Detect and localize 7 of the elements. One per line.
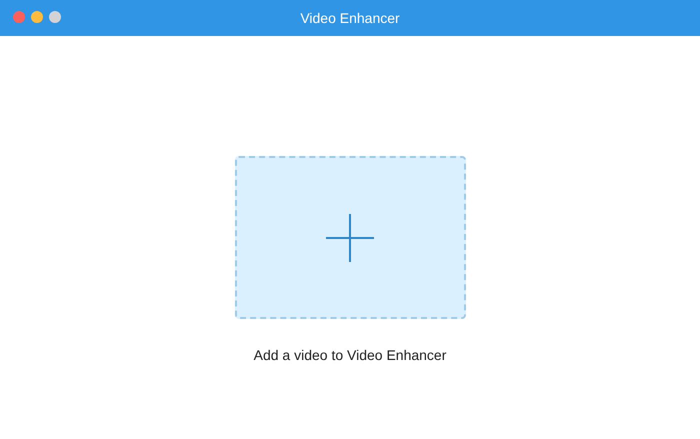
window-control[interactable] <box>49 11 61 23</box>
plus-icon <box>326 214 374 262</box>
drop-caption: Add a video to Video Enhancer <box>254 347 446 363</box>
window-title: Video Enhancer <box>300 10 400 26</box>
window-control[interactable] <box>13 11 25 23</box>
drop-zone[interactable] <box>234 156 466 319</box>
window-control[interactable] <box>31 11 43 23</box>
